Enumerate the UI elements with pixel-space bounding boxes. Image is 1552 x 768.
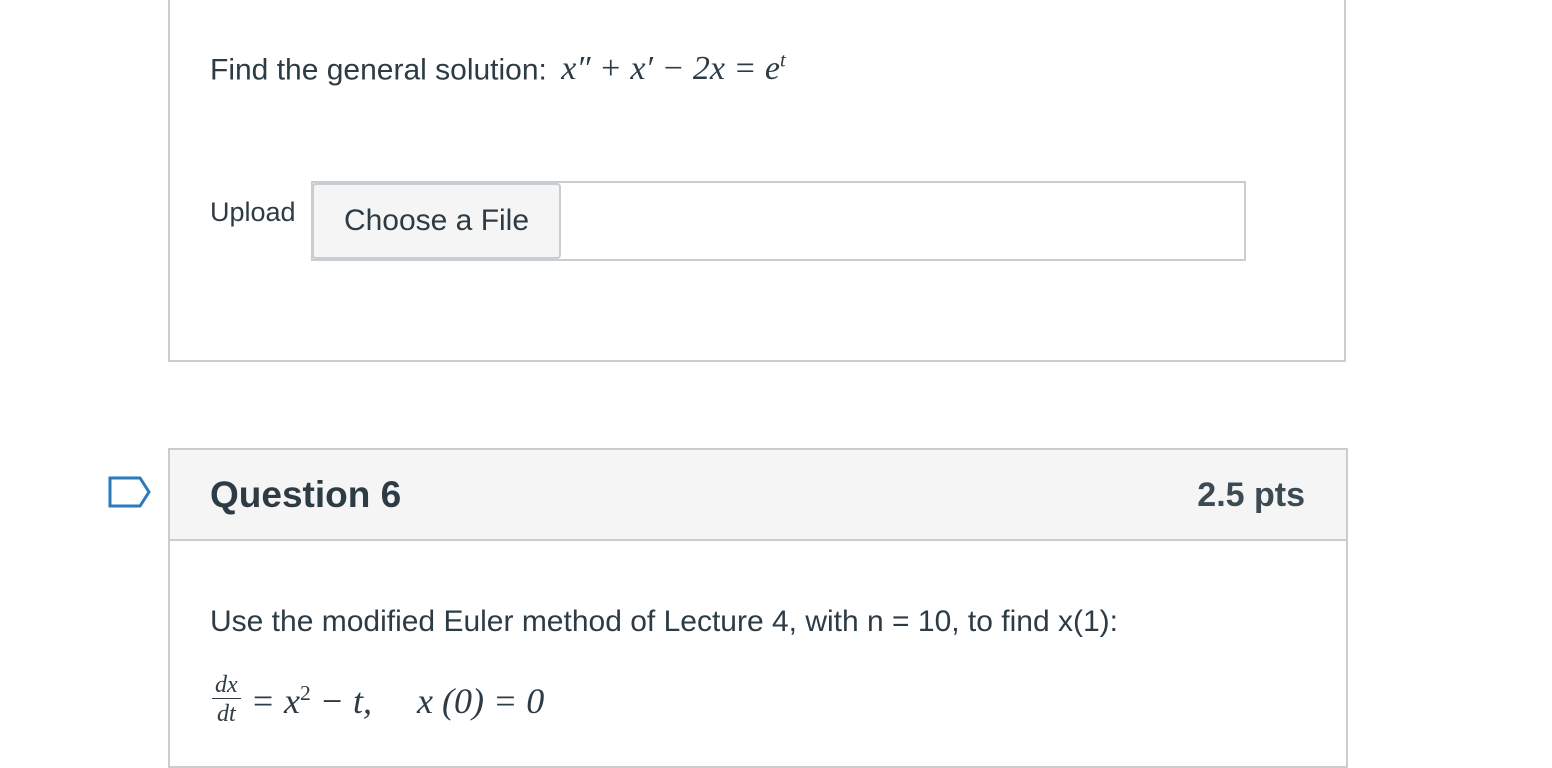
question-5-equation: x″ + x′ − 2x = et bbox=[561, 50, 786, 88]
choose-file-button[interactable]: Choose a File bbox=[312, 183, 561, 259]
derivative-fraction: dx dt bbox=[212, 672, 241, 729]
question-5-prompt: Find the general solution: x″ + x′ − 2x … bbox=[210, 50, 786, 88]
upload-label: Upload bbox=[210, 197, 296, 227]
question-6-points: 2.5 pts bbox=[1197, 476, 1305, 514]
question-6-prompt: Use the modified Euler method of Lecture… bbox=[210, 605, 1118, 638]
flag-outline-icon[interactable] bbox=[108, 476, 152, 508]
question-6-title: Question 6 bbox=[210, 474, 402, 515]
equation-rhs: = x2 − t, x (0) = 0 bbox=[250, 680, 545, 721]
question-6-equation: dx dt = x2 − t, x (0) = 0 bbox=[212, 672, 544, 729]
question-5-prompt-text: Find the general solution: bbox=[210, 53, 547, 87]
